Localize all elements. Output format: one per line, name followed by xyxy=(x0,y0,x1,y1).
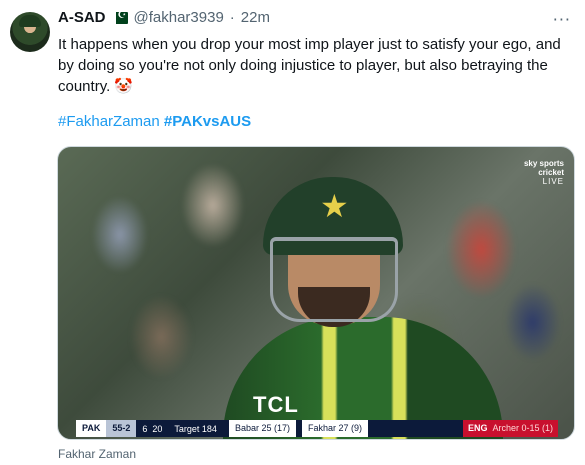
bowling-team: ENG xyxy=(462,420,493,437)
avatar[interactable] xyxy=(10,12,50,52)
overs-bowled: 6 xyxy=(142,423,148,434)
more-horizontal-icon[interactable]: ··· xyxy=(553,10,571,29)
hashtag-fakharzaman[interactable]: #FakharZaman xyxy=(58,113,160,130)
batter-1: Babar 25 (17) xyxy=(228,420,296,437)
hashtags: #FakharZaman #PAKvsAUS xyxy=(58,113,251,130)
bowler-figures: Archer 0-15 xyxy=(492,423,540,433)
live-label: LIVE xyxy=(542,177,564,186)
hashtag-pakvsaus[interactable]: #PAKvsAUS xyxy=(164,113,251,130)
tweet-media-image[interactable]: TCL ★ sky sports cricket LIVE PAK 55-2 6… xyxy=(57,146,575,440)
overs: 6 20 xyxy=(136,424,168,434)
batter-2-name: Fakhar 27 xyxy=(308,423,349,433)
author-name[interactable]: A-SAD xyxy=(58,9,106,26)
timestamp[interactable]: 22m xyxy=(241,9,270,26)
author-handle[interactable]: @fakhar3939 xyxy=(134,9,224,26)
media-caption: Fakhar Zaman xyxy=(58,447,137,461)
tweet[interactable]: A-SAD @fakhar3939 · 22m ··· It happens w… xyxy=(0,0,585,465)
batter-1-balls: (17) xyxy=(273,423,290,433)
broadcaster-logo: sky sports cricket LIVE xyxy=(524,159,564,186)
batter-2: Fakhar 27 (9) xyxy=(302,420,369,437)
tweet-header: A-SAD @fakhar3939 · 22m xyxy=(58,9,270,26)
bowler-overs: (1) xyxy=(542,423,553,433)
tweet-body: It happens when you drop your most imp p… xyxy=(58,36,561,95)
batter-2-balls: (9) xyxy=(351,423,363,433)
batting-team: PAK xyxy=(76,420,107,437)
clown-emoji: 🤡 xyxy=(114,77,134,95)
pakistan-flag-icon xyxy=(111,10,128,24)
jersey-sponsor-text: TCL xyxy=(253,392,299,417)
bowler: Archer 0-15 (1) xyxy=(492,420,558,437)
broadcaster-channel: cricket xyxy=(538,168,564,177)
batter-1-name: Babar 25 xyxy=(234,423,272,433)
scorebar: PAK 55-2 6 20 Target 184 Babar 25 (17) F… xyxy=(76,420,558,437)
tweet-text: It happens when you drop your most imp p… xyxy=(58,34,578,97)
team-score: 55-2 xyxy=(106,420,137,437)
target: Target 184 xyxy=(174,423,217,434)
separator: · xyxy=(229,9,235,26)
overs-total: 20 xyxy=(152,423,163,434)
broadcaster-name: sky sports xyxy=(523,159,564,168)
star-icon: ★ xyxy=(320,187,349,225)
helmet-grille xyxy=(270,237,398,322)
